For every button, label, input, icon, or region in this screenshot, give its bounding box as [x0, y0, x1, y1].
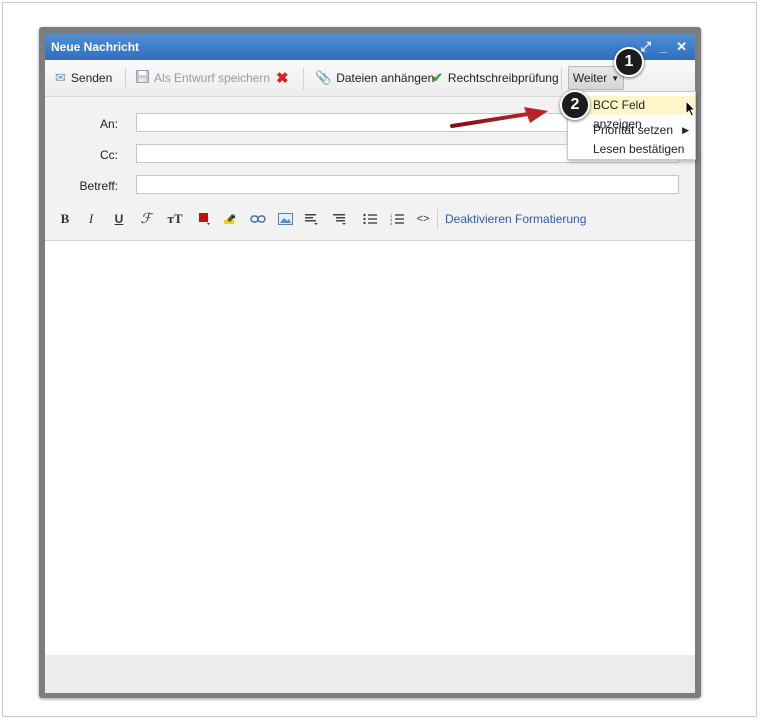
checkmark-icon: ✔ [432, 70, 443, 85]
paperclip-icon: 📎 [315, 70, 332, 85]
menu-item-set-priority[interactable]: Priorität setzen ▶ [568, 121, 695, 140]
text-color-icon[interactable] [195, 207, 213, 231]
menu-item-label: Priorität setzen [593, 123, 674, 137]
attach-label: Dateien anhängen [336, 71, 435, 85]
subject-label: Betreff: [79, 179, 118, 193]
align-left-icon[interactable] [303, 207, 321, 231]
bullet-list-icon[interactable] [361, 207, 379, 231]
source-code-icon[interactable]: <> [414, 207, 432, 231]
toolbar-divider [303, 68, 304, 90]
mouse-cursor-icon [685, 100, 696, 117]
underline-button[interactable]: U [110, 207, 128, 231]
font-size-icon[interactable]: тT [166, 207, 184, 231]
highlight-color-icon[interactable]: a [222, 207, 240, 231]
spellcheck-button[interactable]: ✔ Rechtschreibprüfung [432, 60, 559, 96]
envelope-icon: ✉ [55, 70, 66, 85]
format-divider [437, 209, 438, 229]
toolbar-divider [125, 68, 126, 90]
save-draft-button[interactable]: Als Entwurf speichern [136, 60, 270, 96]
link-icon[interactable] [249, 207, 267, 231]
compose-footer [45, 655, 695, 693]
send-label: Senden [70, 71, 113, 85]
more-label: Weiter [572, 71, 608, 85]
chevron-right-icon: ▶ [682, 125, 689, 135]
menu-item-label: Lesen bestätigen [593, 142, 685, 156]
bold-button[interactable]: B [56, 207, 74, 231]
subject-field[interactable] [136, 175, 679, 194]
svg-text:a: a [232, 214, 236, 220]
annotation-badge-2: 2 [560, 90, 590, 120]
message-body-editor[interactable] [45, 240, 695, 656]
window-title: Neue Nachricht [51, 40, 140, 54]
floppy-disk-icon [136, 70, 149, 86]
cc-label: Cc: [100, 148, 118, 162]
attach-files-button[interactable]: 📎 Dateien anhängen [315, 60, 434, 96]
menu-item-read-receipt[interactable]: Lesen bestätigen [568, 140, 695, 159]
image-icon[interactable] [276, 207, 294, 231]
italic-button[interactable]: I [82, 207, 100, 231]
annotation-badge-1: 1 [614, 47, 644, 77]
annotation-arrow [450, 107, 548, 128]
toolbar-divider [561, 68, 562, 90]
spellcheck-label: Rechtschreibprüfung [447, 71, 559, 85]
close-icon[interactable]: ✕ [676, 34, 687, 60]
svg-text:3: 3 [390, 221, 393, 225]
send-button[interactable]: ✉ Senden [55, 60, 112, 96]
window-titlebar: Neue Nachricht ⤢ _ ✕ [45, 34, 695, 60]
chevron-down-icon: ▼ [611, 73, 620, 83]
save-draft-label: Als Entwurf speichern [154, 71, 271, 85]
to-label: An: [99, 117, 118, 131]
font-family-icon[interactable]: ℱ [137, 207, 155, 231]
minimize-icon[interactable]: _ [660, 34, 667, 60]
delete-icon[interactable]: ✖ [276, 60, 289, 96]
numbered-list-icon[interactable]: 123 [388, 207, 406, 231]
indent-icon[interactable] [331, 207, 349, 231]
disable-formatting-link[interactable]: Deaktivieren Formatierung [445, 207, 586, 231]
